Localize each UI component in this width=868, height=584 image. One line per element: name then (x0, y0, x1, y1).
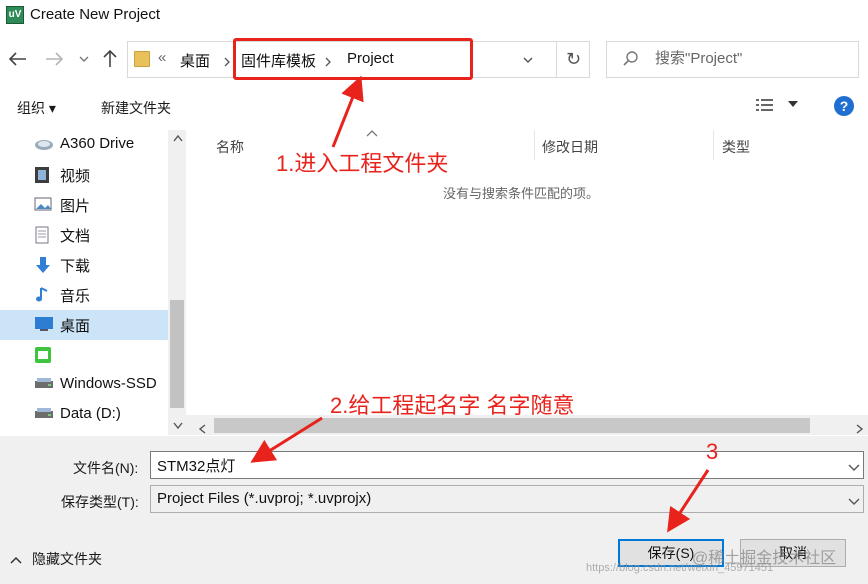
column-header-type[interactable]: 类型 (722, 137, 750, 157)
nav-item[interactable]: 视频 (0, 160, 168, 190)
help-icon[interactable]: ? (834, 96, 854, 116)
filename-label: 文件名(N): (73, 460, 139, 476)
search-box[interactable] (606, 41, 859, 78)
watermark-site: @稀土掘金技术社区 (692, 550, 837, 567)
download-icon (34, 256, 52, 274)
scroll-right-arrow-icon[interactable] (856, 421, 864, 437)
nav-item-label: 音乐 (60, 288, 91, 305)
up-arrow-icon[interactable] (98, 47, 122, 71)
drive-icon (34, 376, 53, 394)
nav-item[interactable]: Data (D:) (0, 400, 168, 430)
search-input[interactable] (655, 50, 845, 67)
nav-item-label: 文档 (60, 228, 91, 245)
annotation-step3: 3 (706, 439, 719, 464)
music-icon (34, 286, 52, 304)
hide-folders-toggle[interactable]: 隐藏文件夹 (32, 549, 102, 569)
window-title: Create New Project (30, 6, 161, 23)
nav-item-label: 桌面 (60, 318, 91, 335)
toolbar: 组织 ▾ 新建文件夹 (0, 88, 868, 126)
folder-icon (134, 51, 150, 67)
documents-icon (34, 226, 52, 244)
back-arrow-icon[interactable] (6, 47, 30, 71)
empty-message: 没有与搜索条件匹配的项。 (443, 186, 600, 201)
drive-icon (34, 406, 53, 424)
nav-item-label: Data (D:) (60, 405, 121, 422)
filetype-dropdown-chevron-icon[interactable] (848, 495, 860, 510)
nav-item-label: 图片 (60, 198, 91, 215)
cloud-drive-icon (34, 136, 53, 154)
nav-item[interactable]: 桌面 (0, 310, 168, 340)
nav-item[interactable]: 音乐 (0, 280, 168, 310)
app-icon (34, 346, 52, 364)
filetype-label: 保存类型(T): (61, 494, 139, 510)
horizontal-scrollbar-thumb[interactable] (214, 418, 810, 433)
breadcrumb-desktop[interactable]: 桌面 (180, 50, 210, 71)
navigation-pane: A360 Drive 视频图片文档下载音乐桌面 Windows-SSD Data (D… (0, 130, 186, 435)
column-divider[interactable] (534, 130, 535, 160)
address-dropdown-chevron-icon[interactable] (522, 50, 534, 69)
recent-locations-chevron-icon[interactable] (78, 52, 90, 64)
filetype-value: Project Files (*.uvproj; *.uvprojx) (157, 490, 372, 507)
annotation-highlight-box (233, 38, 473, 80)
column-divider[interactable] (713, 130, 714, 160)
refresh-icon[interactable]: ↻ (556, 42, 590, 77)
filename-input[interactable] (150, 451, 864, 479)
search-icon (623, 50, 639, 68)
nav-item[interactable] (0, 340, 168, 370)
collapse-chevron-icon[interactable] (10, 552, 22, 568)
nav-item-label: A360 Drive (60, 135, 135, 152)
keil-app-icon: uV (6, 6, 24, 24)
breadcrumb-separator-icon[interactable] (223, 54, 231, 70)
nav-item[interactable]: Windows-SSD (0, 370, 168, 400)
nav-item-label: 视频 (60, 168, 91, 185)
scroll-left-arrow-icon[interactable] (198, 421, 206, 437)
nav-item-label: 下载 (60, 258, 91, 275)
column-header-name[interactable]: 名称 (216, 137, 244, 157)
pictures-icon (34, 196, 52, 214)
nav-item[interactable]: 文档 (0, 220, 168, 250)
filename-dropdown-chevron-icon[interactable] (848, 461, 860, 476)
nav-item[interactable]: 下载 (0, 250, 168, 280)
view-dropdown-chevron-icon[interactable] (788, 99, 798, 111)
filetype-select[interactable]: Project Files (*.uvproj; *.uvprojx) (150, 485, 864, 513)
desktop-icon (34, 316, 53, 334)
nav-item[interactable]: A360 Drive (0, 130, 168, 160)
organize-menu-button[interactable]: 组织 ▾ (17, 98, 56, 118)
scroll-down-arrow-icon[interactable] (173, 421, 183, 433)
new-folder-button[interactable]: 新建文件夹 (101, 98, 171, 118)
view-options-icon[interactable] (756, 98, 776, 115)
forward-arrow-icon[interactable] (42, 47, 66, 71)
sort-ascending-icon (366, 124, 378, 140)
nav-scrollbar-thumb[interactable] (170, 300, 184, 408)
overflow-chevron-icon[interactable]: « (158, 49, 166, 66)
annotation-step1: 1.进入工程文件夹 (276, 151, 449, 176)
nav-item[interactable]: 图片 (0, 190, 168, 220)
annotation-step2: 2.给工程起名字 名字随意 (330, 393, 575, 418)
title-bar: uV Create New Project (0, 0, 868, 32)
column-header-date-modified[interactable]: 修改日期 (542, 137, 598, 157)
nav-item-label: Windows-SSD (60, 375, 157, 392)
video-icon (34, 166, 52, 184)
scroll-up-arrow-icon[interactable] (173, 133, 183, 145)
